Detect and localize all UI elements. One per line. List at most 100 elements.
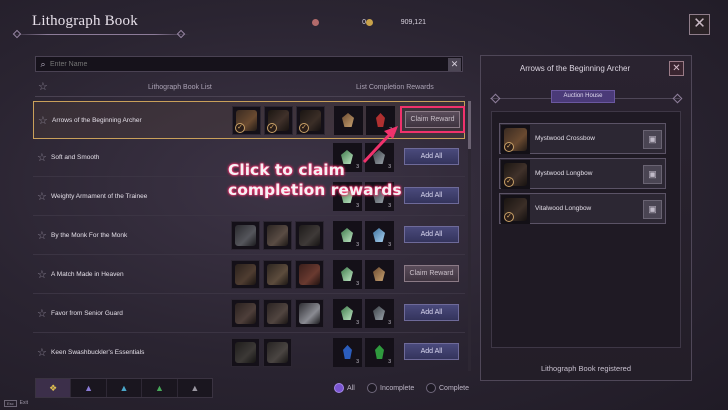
search-clear-button[interactable]: ✕ — [448, 57, 461, 71]
item-slot: ✓ — [501, 125, 530, 154]
list-item[interactable]: ☆ Favor from Senior Guard 3 3 Add All — [33, 295, 465, 333]
search-icon: ⌕ — [40, 58, 46, 69]
tab-grade-green[interactable]: ▲ — [142, 379, 178, 397]
radio[interactable] — [426, 383, 436, 393]
reward-item[interactable]: 3 — [333, 260, 362, 289]
triangle-icon: ▲ — [119, 383, 129, 393]
tab-grade-blue[interactable]: ▲ — [107, 379, 143, 397]
pants-thumbnail — [235, 342, 256, 363]
item-slot[interactable] — [231, 221, 260, 250]
filter-all[interactable]: All — [334, 383, 355, 393]
list-item-name: Arrows of the Beginning Archer — [52, 117, 142, 124]
hood-thumbnail — [267, 225, 288, 246]
item-slot[interactable] — [263, 260, 292, 289]
star-icon[interactable]: ☆ — [37, 268, 47, 281]
auction-house-button[interactable]: Auction House — [551, 90, 615, 103]
add-all-button[interactable]: Add All — [404, 304, 459, 321]
list-item-name: Favor from Senior Guard — [51, 310, 123, 317]
tab-grade-white[interactable]: ▲ — [178, 379, 212, 397]
exit-hint[interactable]: Esc Exit — [4, 400, 28, 407]
panel-item[interactable]: ✓ Mystwood Crossbow ▣ — [499, 123, 666, 154]
filter-incomplete[interactable]: Incomplete — [367, 383, 414, 393]
star-icon[interactable]: ☆ — [37, 151, 47, 164]
callout-text: Click to claim completion rewards — [228, 160, 428, 200]
reward-item[interactable]: 3 — [333, 338, 362, 367]
claim-reward-button[interactable]: Claim Reward — [400, 106, 465, 133]
armor-thumbnail — [267, 342, 288, 363]
item-slot[interactable] — [263, 338, 292, 367]
currency-2: 909,121 — [366, 17, 426, 28]
reward-item[interactable]: 3 — [333, 299, 362, 328]
star-icon[interactable]: ☆ — [38, 80, 48, 93]
close-panel-button[interactable]: ✕ — [669, 61, 684, 76]
item-slot[interactable]: ✓ — [296, 106, 325, 135]
tab-all-grades[interactable]: ❖ — [36, 379, 72, 397]
list-item[interactable]: ☆ A Match Made in Heaven 3 Claim Reward — [33, 256, 465, 294]
item-slot[interactable] — [295, 299, 324, 328]
reward-item[interactable]: 3 — [366, 106, 395, 135]
currency-2-value: 909,121 — [400, 19, 426, 26]
list-item[interactable]: ☆ Keen Swashbuckler's Essentials 3 3 Add… — [33, 334, 465, 372]
item-box-icon[interactable]: ▣ — [643, 200, 662, 219]
panel-item[interactable]: ✓ Mystwood Longbow ▣ — [499, 158, 666, 189]
list-item[interactable]: ☆ By the Monk For the Monk 3 3 Add All — [33, 217, 465, 255]
page-title: Lithograph Book — [32, 13, 138, 29]
green-crystal-icon — [341, 228, 353, 242]
title-ornament-left — [12, 29, 22, 39]
blue-gem-icon — [343, 345, 352, 359]
gloves-thumbnail — [235, 225, 256, 246]
star-icon[interactable]: ☆ — [37, 346, 47, 359]
check-icon: ✓ — [299, 123, 309, 133]
bow-thumbnail — [235, 264, 256, 285]
list-column-header: Lithograph Book List — [148, 84, 212, 91]
panel-item-name: Vitalwood Longbow — [535, 205, 592, 212]
star-icon[interactable]: ☆ — [38, 114, 48, 127]
tab-grade-purple[interactable]: ▲ — [71, 379, 107, 397]
triangle-icon: ▲ — [154, 383, 164, 393]
green-crystal-icon — [341, 267, 353, 281]
reward-item[interactable]: 3 — [365, 299, 394, 328]
star-icon[interactable]: ☆ — [37, 307, 47, 320]
claim-reward-button[interactable]: Claim Reward — [404, 265, 459, 282]
panel-item-name: Mystwood Crossbow — [535, 135, 595, 142]
search-bar: ⌕ ✕ — [35, 56, 463, 72]
reward-item[interactable]: 3 — [333, 221, 362, 250]
list-item-name: Soft and Smooth — [51, 154, 100, 161]
reward-quantity: 3 — [356, 320, 359, 326]
item-slot[interactable] — [263, 299, 292, 328]
panel-title: Arrows of the Beginning Archer — [519, 64, 631, 73]
item-slot[interactable] — [231, 338, 260, 367]
radio-selected[interactable] — [334, 383, 344, 393]
reward-item[interactable] — [365, 260, 394, 289]
close-window-button[interactable]: ✕ — [689, 14, 710, 35]
item-box-icon[interactable]: ▣ — [643, 130, 662, 149]
item-box-icon[interactable]: ▣ — [643, 165, 662, 184]
list-item[interactable]: ☆ Arrows of the Beginning Archer ✓ ✓ ✓ 3… — [33, 101, 465, 139]
filter-complete[interactable]: Complete — [426, 383, 469, 393]
item-slot[interactable] — [231, 299, 260, 328]
sword-thumbnail — [299, 303, 320, 324]
star-icon[interactable]: ☆ — [37, 190, 47, 203]
item-slot[interactable] — [231, 260, 260, 289]
reward-item[interactable]: 3 — [365, 338, 394, 367]
item-slot[interactable] — [263, 221, 292, 250]
search-input[interactable] — [50, 60, 448, 68]
panel-item[interactable]: ✓ Vitalwood Longbow ▣ — [499, 193, 666, 224]
reward-quantity: 3 — [356, 281, 359, 287]
radio[interactable] — [367, 383, 377, 393]
item-slot[interactable] — [295, 260, 324, 289]
add-all-button[interactable]: Add All — [404, 226, 459, 243]
item-slot[interactable]: ✓ — [232, 106, 261, 135]
item-slot[interactable] — [295, 221, 324, 250]
red-gem-icon — [376, 113, 385, 127]
item-slot: ✓ — [501, 195, 530, 224]
item-slot[interactable]: ✓ — [264, 106, 293, 135]
exit-label: Exit — [19, 400, 29, 406]
reward-item[interactable]: 3 — [365, 221, 394, 250]
reward-quantity: 3 — [356, 242, 359, 248]
pants-thumbnail — [299, 225, 320, 246]
add-all-button[interactable]: Add All — [404, 343, 459, 360]
star-icon[interactable]: ☆ — [37, 229, 47, 242]
reward-item[interactable] — [334, 106, 363, 135]
scrollbar-thumb[interactable] — [468, 101, 471, 149]
